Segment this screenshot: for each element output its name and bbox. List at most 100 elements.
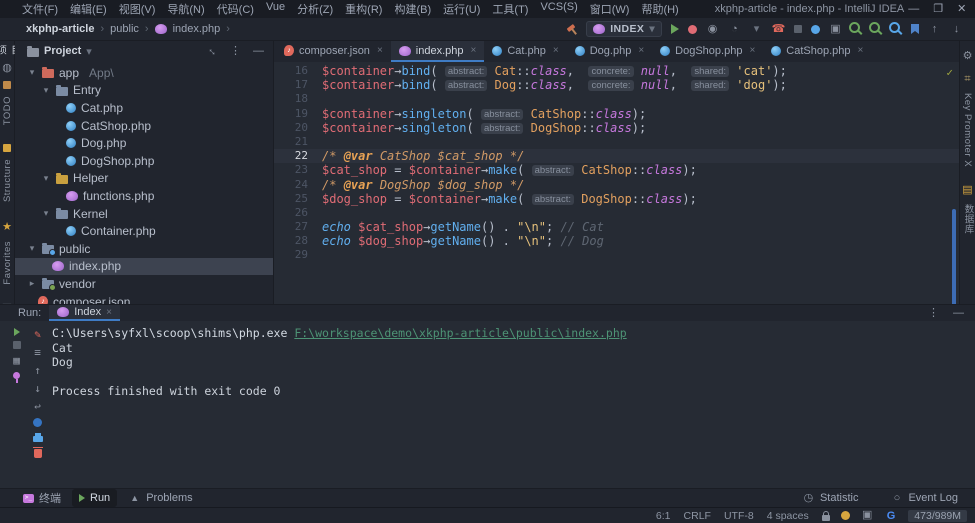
gear-icon[interactable]: ⚙ (961, 50, 974, 63)
tab-cat-php[interactable]: Cat.php× (484, 41, 566, 62)
attach-debugger-phone-icon[interactable]: ☎ (772, 23, 785, 36)
collapse-all-icon[interactable]: ↔ (203, 42, 221, 60)
up-stack-trace-icon[interactable]: ↑ (31, 364, 44, 377)
code-editor[interactable]: ✓ 16$container→bind( abstract: Cat::clas… (274, 62, 959, 304)
toolwindow-icon[interactable]: ▣ (829, 23, 842, 36)
memory-indicator[interactable]: 473/989M (908, 510, 967, 522)
toolwindow-button-终端[interactable]: >_终端 (16, 489, 68, 507)
tree-item-composer-json[interactable]: ♪composer.json (15, 293, 273, 304)
bookmark-icon[interactable] (911, 24, 919, 34)
chevron-right-icon[interactable]: ▸ (27, 278, 37, 289)
menu-item-3[interactable]: 视图(V) (113, 1, 162, 17)
menu-item-14[interactable]: 帮助(H) (635, 1, 684, 17)
tab-dog-php[interactable]: Dog.php× (567, 41, 652, 62)
menu-item-13[interactable]: 窗口(W) (584, 1, 636, 17)
tree-item-catshop-php[interactable]: CatShop.php (15, 117, 273, 135)
menu-item-6[interactable]: Vue (260, 1, 291, 17)
maximize-button[interactable]: ❐ (933, 0, 943, 18)
restore-layout-icon[interactable]: ▦ (10, 354, 23, 367)
sidebar-item-structure[interactable]: Structure (2, 144, 13, 209)
encoding-indicator[interactable]: UTF-8 (724, 510, 754, 522)
database-icon[interactable]: ▤ (961, 184, 974, 197)
hide-panel-icon[interactable]: — (252, 45, 265, 58)
menu-item-9[interactable]: 构建(B) (388, 1, 437, 17)
close-icon[interactable]: × (377, 45, 383, 56)
chevron-down-icon[interactable]: ▾ (41, 208, 51, 219)
project-panel-title[interactable]: Project (44, 45, 81, 57)
breadcrumb-item[interactable]: xkphp-article (26, 23, 94, 35)
inspections-ok-icon[interactable]: ✓ (946, 66, 953, 80)
chevron-down-icon[interactable]: ▾ (27, 67, 37, 78)
soft-wrap-icon[interactable]: ↩ (31, 400, 44, 413)
profiler-icon[interactable]: ◔ (728, 23, 741, 36)
tab-catshop-php[interactable]: CatShop.php× (763, 41, 871, 62)
pin-tab-icon[interactable] (13, 372, 20, 379)
indent-indicator[interactable]: 4 spaces (767, 510, 809, 522)
menu-item-1[interactable]: 文件(F) (16, 1, 64, 17)
code-with-me-icon[interactable] (811, 25, 820, 34)
tree-item-public[interactable]: ▾public (15, 240, 273, 258)
tree-item-kernel[interactable]: ▾Kernel (15, 205, 273, 223)
menu-item-10[interactable]: 运行(U) (437, 1, 486, 17)
toolwindow-button-statistic[interactable]: ◷Statistic (795, 491, 866, 506)
tab-composer-json[interactable]: ♪composer.json× (276, 41, 391, 62)
profiler-dropdown-icon[interactable]: ▾ (750, 23, 763, 36)
chevron-down-icon[interactable]: ▾ (27, 243, 37, 254)
tree-item-functions-php[interactable]: functions.php (15, 187, 273, 205)
rerun-icon[interactable] (14, 328, 20, 336)
readonly-lock-icon[interactable] (822, 515, 830, 521)
run-icon[interactable] (671, 24, 679, 34)
hide-run-panel-icon[interactable]: — (952, 307, 965, 320)
menu-item-7[interactable]: 分析(Z) (291, 1, 339, 17)
tab-dogshop-php[interactable]: DogShop.php× (652, 41, 763, 62)
breadcrumb-item[interactable]: index.php (173, 23, 221, 35)
close-button[interactable]: ✕ (957, 0, 966, 18)
notifications-icon[interactable] (841, 511, 850, 520)
caret-position[interactable]: 6:1 (656, 510, 671, 522)
print-icon[interactable] (33, 436, 43, 442)
close-icon[interactable]: × (858, 45, 864, 56)
run-options-kebab-icon[interactable]: ⋮ (927, 307, 940, 320)
tree-item-app[interactable]: ▾appApp\ (15, 64, 273, 82)
commit-icon[interactable]: ◍ (1, 62, 14, 75)
stop-icon[interactable] (13, 341, 21, 349)
replace-icon[interactable] (869, 22, 880, 33)
tree-item-dog-php[interactable]: Dog.php (15, 134, 273, 152)
debug-bug-icon[interactable] (688, 25, 697, 34)
close-icon[interactable]: × (106, 307, 112, 318)
menu-item-2[interactable]: 编辑(E) (64, 1, 113, 17)
menu-item-11[interactable]: 工具(T) (486, 1, 534, 17)
down-stack-trace-icon[interactable]: ↓ (31, 382, 44, 395)
build-hammer-icon[interactable] (566, 24, 577, 35)
stop-icon[interactable] (794, 25, 802, 33)
run-tab-index[interactable]: Index × (49, 305, 120, 321)
tree-item-helper[interactable]: ▾Helper (15, 170, 273, 188)
tab-index-php[interactable]: index.php× (391, 41, 485, 62)
toolwindow-button-run[interactable]: Run (72, 489, 117, 507)
panel-options-kebab-icon[interactable]: ⋮ (229, 45, 242, 58)
right-stripe-item[interactable]: ⚙ (961, 50, 974, 63)
run-config-edit-icon[interactable]: ✎ (31, 328, 44, 341)
chevron-down-icon[interactable]: ▾ (41, 85, 51, 96)
search-icon[interactable] (849, 22, 860, 33)
menu-item-5[interactable]: 代码(C) (211, 1, 260, 17)
toolwindow-button-problems[interactable]: ▲Problems (121, 489, 199, 507)
tree-item-vendor[interactable]: ▸vendor (15, 275, 273, 293)
breadcrumb-item[interactable]: public (110, 23, 139, 35)
sidebar-item-favorites[interactable]: ★Favorites (1, 221, 14, 292)
sort-list-icon[interactable]: ≡ (31, 346, 44, 359)
run-console[interactable]: ▦ ✎≡↑↓↩ C:\Users\syfxl\scoop\shims\php.e… (0, 321, 975, 488)
chevron-down-icon[interactable]: ▾ (86, 45, 92, 58)
find-in-path-icon[interactable] (889, 22, 900, 33)
close-icon[interactable]: × (553, 45, 559, 56)
console-file-link[interactable]: F:\workspace\demo\xkphp-article\public\i… (294, 326, 626, 340)
line-ending-indicator[interactable]: CRLF (684, 510, 711, 522)
tree-item-cat-php[interactable]: Cat.php (15, 99, 273, 117)
run-coverage-icon[interactable]: ◉ (706, 23, 719, 36)
clear-all-icon[interactable] (34, 449, 42, 458)
right-stripe-item[interactable]: ▤数据库 (961, 184, 975, 241)
tree-item-dogshop-php[interactable]: DogShop.php (15, 152, 273, 170)
close-icon[interactable]: × (471, 45, 477, 56)
tree-item-container-php[interactable]: Container.php (15, 222, 273, 240)
tree-item-index-php[interactable]: index.php (15, 258, 273, 276)
